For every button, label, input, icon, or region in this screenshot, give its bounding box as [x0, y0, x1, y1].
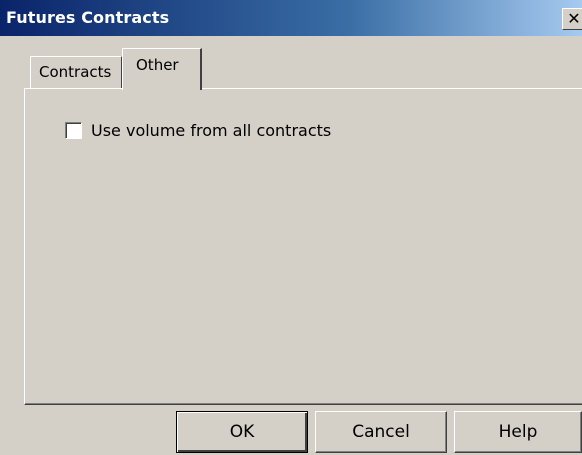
help-button-label: Help	[498, 422, 538, 442]
tab-other-label: Other	[136, 56, 179, 74]
title-bar[interactable]: Futures Contracts ✕	[0, 0, 582, 36]
help-button[interactable]: Help	[454, 411, 582, 453]
use-volume-label[interactable]: Use volume from all contracts	[91, 121, 331, 140]
tab-panel-other: Use volume from all contracts	[24, 88, 582, 405]
use-volume-option[interactable]: Use volume from all contracts	[65, 121, 331, 140]
cancel-button[interactable]: Cancel	[315, 411, 447, 453]
futures-contracts-dialog: Futures Contracts ✕ Contracts Other Use …	[0, 0, 582, 455]
tab-contracts[interactable]: Contracts	[30, 56, 122, 88]
tab-other[interactable]: Other	[122, 48, 202, 92]
window-title: Futures Contracts	[6, 8, 170, 27]
ok-button[interactable]: OK	[176, 411, 308, 453]
cancel-button-label: Cancel	[352, 422, 410, 442]
use-volume-checkbox[interactable]	[65, 122, 82, 139]
close-icon: ✕	[567, 9, 581, 28]
ok-button-label: OK	[229, 422, 255, 442]
close-button[interactable]: ✕	[562, 8, 582, 30]
tab-contracts-label: Contracts	[39, 63, 112, 81]
